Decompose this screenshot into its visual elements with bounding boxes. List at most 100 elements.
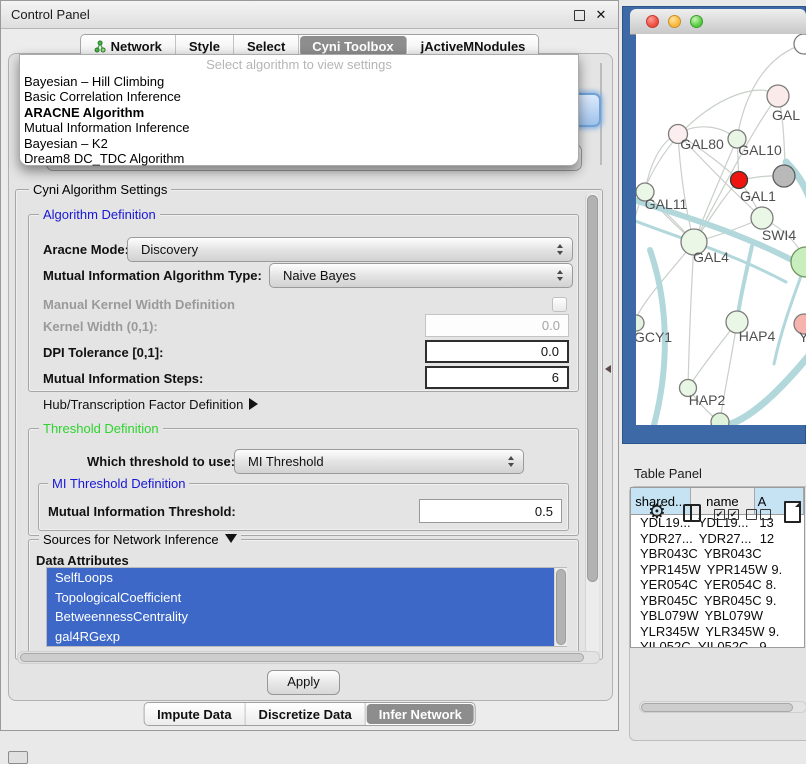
list-item[interactable]: TopologicalCoefficient xyxy=(47,588,566,608)
new-table-icon[interactable] xyxy=(784,501,801,523)
dpi-tolerance-field[interactable] xyxy=(425,340,569,363)
list-item[interactable]: SelfLoops xyxy=(47,568,566,588)
table-row[interactable]: YER054CYER054C8. xyxy=(631,577,804,593)
network-node[interactable] xyxy=(751,207,773,229)
hub-definition-toggle[interactable]: Hub/Transcription Factor Definition xyxy=(43,397,258,412)
table-panel-title: Table Panel xyxy=(634,466,702,481)
tab-label: Network xyxy=(111,39,162,54)
tab-impute-data[interactable]: Impute Data xyxy=(144,703,245,725)
expanded-arrow-icon xyxy=(225,534,237,543)
kernel-width-label: Kernel Width (0,1): xyxy=(43,319,158,334)
split-columns-icon[interactable] xyxy=(683,504,701,522)
dpi-tolerance-label: DPI Tolerance [0,1]: xyxy=(43,345,163,360)
tab-infer-network[interactable]: Infer Network xyxy=(367,704,474,724)
list-item[interactable]: gal4RGexp xyxy=(47,627,566,647)
network-window-titlebar[interactable] xyxy=(630,9,806,35)
network-node[interactable] xyxy=(791,247,806,277)
table-row[interactable]: YPR145WYPR145W9. xyxy=(631,562,804,578)
threshold-combobox[interactable]: MI Threshold xyxy=(234,449,524,474)
network-window: GALGAL80GAL10GAL1GAL11GAL4GCY1HAP4YHAP2S… xyxy=(622,6,806,444)
dropdown-placeholder: Select algorithm to view settings xyxy=(20,57,578,74)
minimized-panel-icon[interactable] xyxy=(8,751,28,764)
select-all-icon[interactable]: ✔✔ xyxy=(714,509,739,520)
settings-scrollbar-thumb[interactable] xyxy=(587,195,598,582)
table-row[interactable]: YBR043CYBR043C xyxy=(631,546,804,562)
network-node-label: HAP4 xyxy=(739,328,776,344)
manual-kernel-checkbox[interactable] xyxy=(552,297,567,312)
group-title: Algorithm Definition xyxy=(39,207,160,222)
collapsed-arrow-icon xyxy=(249,398,258,410)
table-row[interactable]: YIL052CYIL052C9 xyxy=(631,639,804,648)
mi-threshold-field[interactable] xyxy=(419,499,562,523)
mac-minimize-icon[interactable] xyxy=(668,15,681,28)
network-graph: GALGAL80GAL10GAL1GAL11GAL4GCY1HAP4YHAP2S… xyxy=(636,34,806,425)
network-icon xyxy=(94,40,106,53)
algorithm-option[interactable]: Bayesian – Hill Climbing xyxy=(20,74,578,89)
tab-cyni-toolbox[interactable]: Cyni Toolbox xyxy=(300,36,406,56)
algorithm-dropdown-list: Select algorithm to view settings Bayesi… xyxy=(19,54,579,166)
stepper-arrows-icon xyxy=(557,244,563,255)
table-row[interactable]: YDR27...YDR27...12 xyxy=(631,531,804,547)
close-icon[interactable]: ✕ xyxy=(594,8,608,22)
mi-threshold-label: Mutual Information Threshold: xyxy=(48,504,236,519)
table-hscrollbar[interactable] xyxy=(639,701,806,713)
tab-discretize-data[interactable]: Discretize Data xyxy=(246,703,366,725)
mac-close-icon[interactable] xyxy=(646,15,659,28)
algorithm-option[interactable]: Dream8 DC_TDC Algorithm xyxy=(20,151,578,166)
list-scrollbar[interactable] xyxy=(554,568,567,646)
apply-button[interactable]: Apply xyxy=(267,670,340,695)
mi-type-label: Mutual Information Algorithm Type: xyxy=(43,268,262,283)
mac-zoom-icon[interactable] xyxy=(690,15,703,28)
mi-algorithm-type-combobox[interactable]: Naive Bayes xyxy=(269,263,573,288)
mi-steps-label: Mutual Information Steps: xyxy=(43,371,203,386)
gear-icon[interactable]: ⚙ xyxy=(648,502,666,522)
network-node-label: GAL11 xyxy=(645,196,688,212)
network-node-label: GAL xyxy=(772,107,800,123)
list-item[interactable]: BetweennessCentrality xyxy=(47,607,566,627)
table-hscrollbar-thumb[interactable] xyxy=(641,703,793,712)
algorithm-option[interactable]: Bayesian – K2 xyxy=(20,136,578,151)
aracne-mode-combobox[interactable]: Discovery xyxy=(127,237,573,262)
table-row[interactable]: YBL079WYBL079W xyxy=(631,608,804,624)
network-node-label: SWI4 xyxy=(762,227,796,243)
network-node-label: GAL10 xyxy=(738,142,782,158)
splitter-collapse-icon[interactable] xyxy=(605,365,611,373)
table-row[interactable]: YLR345WYLR345W9. xyxy=(631,624,804,640)
algorithm-option-selected[interactable]: ARACNE Algorithm xyxy=(20,105,578,120)
mi-steps-field[interactable] xyxy=(425,366,569,389)
manual-kernel-label: Manual Kernel Width Definition xyxy=(43,297,235,312)
network-node-label: HAP2 xyxy=(689,392,726,408)
network-node[interactable] xyxy=(767,85,789,107)
table-row[interactable]: YBR045CYBR045C9. xyxy=(631,593,804,609)
algorithm-option[interactable]: Mutual Information Inference xyxy=(20,120,578,135)
network-node-label: GAL80 xyxy=(680,136,724,152)
which-threshold-label: Which threshold to use: xyxy=(87,454,235,469)
panel-title: Control Panel xyxy=(11,7,90,22)
kernel-width-field[interactable] xyxy=(425,314,569,337)
network-node[interactable] xyxy=(773,165,795,187)
network-node[interactable] xyxy=(711,413,729,425)
network-node-label: GAL1 xyxy=(740,188,776,204)
float-window-icon[interactable] xyxy=(572,8,586,22)
network-node-label: Y xyxy=(799,329,806,345)
table-body: YDL19...YDL19...13 YDR27...YDR27...12 YB… xyxy=(631,515,804,648)
bottom-tabs: Impute Data Discretize Data Infer Networ… xyxy=(143,702,476,726)
list-scrollbar-thumb[interactable] xyxy=(556,569,566,645)
sources-toggle[interactable]: Sources for Network Inference xyxy=(39,532,241,547)
aracne-mode-label: Aracne Mode: xyxy=(43,242,129,257)
network-edge xyxy=(728,342,806,425)
settings-hscrollbar-thumb[interactable] xyxy=(20,653,584,662)
network-node[interactable] xyxy=(731,172,748,189)
settings-hscrollbar[interactable] xyxy=(17,651,600,664)
stepper-arrows-icon xyxy=(508,456,514,467)
network-node-label: GCY1 xyxy=(636,329,672,345)
network-canvas[interactable]: GALGAL80GAL10GAL1GAL11GAL4GCY1HAP4YHAP2S… xyxy=(636,34,806,425)
group-title: MI Threshold Definition xyxy=(48,476,189,491)
network-edge xyxy=(688,322,737,388)
algorithm-option[interactable]: Basic Correlation Inference xyxy=(20,89,578,104)
network-node[interactable] xyxy=(794,34,806,54)
settings-scrollbar[interactable] xyxy=(585,193,599,654)
control-panel-titlebar: Control Panel ✕ xyxy=(1,1,618,29)
table-panel: ⚙ ✔✔ shared... name A YDL19...YDL19...13… xyxy=(629,486,806,741)
deselect-all-icon[interactable] xyxy=(746,509,771,520)
